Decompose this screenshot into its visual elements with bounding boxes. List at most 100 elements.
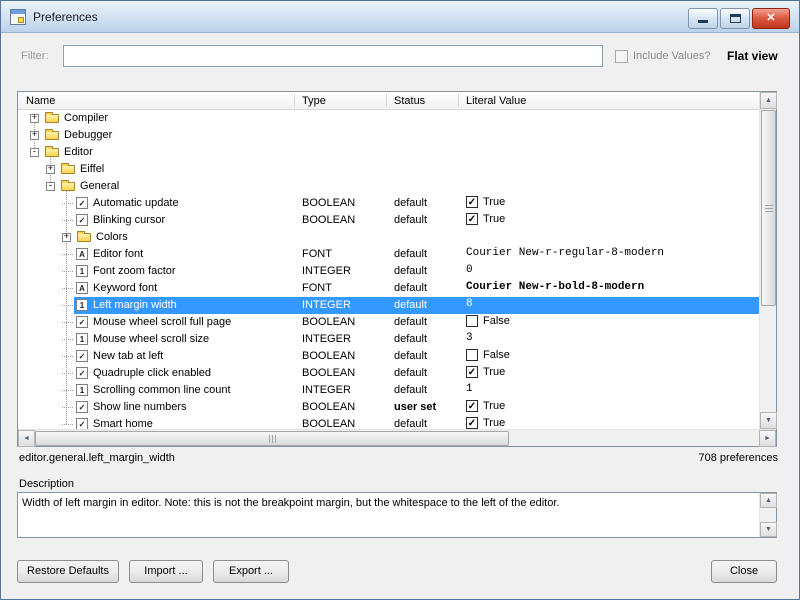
preference-value: 3 <box>466 332 473 344</box>
tree-connector-stub <box>62 356 73 357</box>
tree-row-editor[interactable]: -Editor <box>18 144 759 161</box>
scroll-right-button[interactable]: ► <box>759 430 776 447</box>
titlebar[interactable]: Preferences ✕ <box>1 1 799 33</box>
folder-icon <box>77 233 91 242</box>
scroll-down-button[interactable]: ▼ <box>760 412 777 429</box>
preference-status: default <box>394 418 427 429</box>
preference-value: Courier New-r-regular-8-modern <box>466 247 664 259</box>
horizontal-scroll-thumb[interactable] <box>35 431 509 446</box>
tree-row-editor-font[interactable]: AEditor fontFONTdefaultCourier New-r-reg… <box>18 246 759 263</box>
preference-type: FONT <box>302 282 332 294</box>
export-button[interactable]: Export ... <box>213 560 289 583</box>
column-header-literal-value[interactable]: Literal Value <box>466 95 526 107</box>
tree-row-blinking-cursor[interactable]: ✓Blinking cursorBOOLEANdefault✓True <box>18 212 759 229</box>
scroll-grip <box>765 205 773 212</box>
vertical-scroll-thumb[interactable] <box>761 110 776 306</box>
tree-row-automatic-update[interactable]: ✓Automatic updateBOOLEANdefault✓True <box>18 195 759 212</box>
expand-toggle-icon[interactable]: + <box>46 165 55 174</box>
tree-row-scrolling-common-line-count[interactable]: 1Scrolling common line countINTEGERdefau… <box>18 382 759 399</box>
preference-type: BOOLEAN <box>302 418 355 429</box>
filter-input[interactable] <box>63 45 603 67</box>
expand-toggle-icon[interactable]: + <box>62 233 71 242</box>
tree-row-show-line-numbers[interactable]: ✓Show line numbersBOOLEANuser set✓True <box>18 399 759 416</box>
boolean-pref-icon: ✓ <box>76 316 88 328</box>
value-checkbox[interactable]: ✓ <box>466 417 478 429</box>
tree-node-label: Debugger <box>64 129 112 141</box>
integer-pref-icon: 1 <box>76 384 88 396</box>
collapse-toggle-icon[interactable]: - <box>30 148 39 157</box>
tree-connector-stub <box>62 407 73 408</box>
expand-toggle-icon[interactable]: + <box>30 114 39 123</box>
description-scrollbar[interactable]: ▲ ▼ <box>759 493 776 537</box>
tree-horizontal-scrollbar[interactable]: ◄ ► <box>18 429 776 446</box>
close-button[interactable]: Close <box>711 560 777 583</box>
preference-value: False <box>466 315 510 327</box>
minimize-icon <box>698 20 708 23</box>
tree-connector-stub <box>62 271 73 272</box>
value-text: 8 <box>466 298 473 310</box>
boolean-pref-icon: ✓ <box>76 214 88 226</box>
value-checkbox[interactable]: ✓ <box>466 196 478 208</box>
tree-connector-stub <box>62 339 73 340</box>
column-separator[interactable] <box>386 94 387 107</box>
font-pref-icon: A <box>76 248 88 260</box>
tree-row-mouse-wheel-scroll-full-page[interactable]: ✓Mouse wheel scroll full pageBOOLEANdefa… <box>18 314 759 331</box>
preference-value: ✓True <box>466 196 505 208</box>
preferences-tree: Name Type Status Literal Value +Compiler… <box>17 91 777 447</box>
value-checkbox[interactable]: ✓ <box>466 213 478 225</box>
restore-defaults-button[interactable]: Restore Defaults <box>17 560 119 583</box>
tree-row-quadruple-click-enabled[interactable]: ✓Quadruple click enabledBOOLEANdefault✓T… <box>18 365 759 382</box>
tree-vertical-scrollbar[interactable]: ▲ ▼ <box>759 92 776 429</box>
column-separator[interactable] <box>458 94 459 107</box>
close-window-button[interactable]: ✕ <box>752 8 790 29</box>
scroll-down-button[interactable]: ▼ <box>760 522 777 537</box>
tree-row-debugger[interactable]: + Debugger <box>18 127 759 144</box>
import-button[interactable]: Import ... <box>129 560 203 583</box>
tree-connector-stub <box>62 373 73 374</box>
tree-connector-stub <box>62 390 73 391</box>
tree-row-font-zoom-factor[interactable]: 1Font zoom factorINTEGERdefault0 <box>18 263 759 280</box>
maximize-button[interactable] <box>720 8 750 29</box>
preference-type: FONT <box>302 248 332 260</box>
expand-toggle-icon[interactable]: + <box>30 131 39 140</box>
tree-row-colors[interactable]: +Colors <box>18 229 759 246</box>
value-text: False <box>483 349 510 361</box>
tree-row-eiffel[interactable]: +Eiffel <box>18 161 759 178</box>
preference-name: Blinking cursor <box>93 214 165 226</box>
column-header-status[interactable]: Status <box>394 95 425 107</box>
include-values-checkbox[interactable] <box>615 50 628 63</box>
tree-row-mouse-wheel-scroll-size[interactable]: 1Mouse wheel scroll sizeINTEGERdefault3 <box>18 331 759 348</box>
preference-name: Scrolling common line count <box>93 384 231 396</box>
scroll-left-button[interactable]: ◄ <box>18 430 35 447</box>
preference-status: default <box>394 214 427 226</box>
tree-row-compiler[interactable]: +Compiler <box>18 110 759 127</box>
value-text: True <box>483 417 505 429</box>
preference-type: BOOLEAN <box>302 316 355 328</box>
tree-row-left-margin-width[interactable]: 1Left margin widthINTEGERdefault8 <box>18 297 759 314</box>
value-checkbox[interactable] <box>466 349 478 361</box>
tree-row-new-tab-at-left[interactable]: ✓New tab at leftBOOLEANdefaultFalse <box>18 348 759 365</box>
column-separator[interactable] <box>294 94 295 107</box>
tree-row-keyword-font[interactable]: AKeyword fontFONTdefaultCourier New-r-bo… <box>18 280 759 297</box>
preference-status: default <box>394 333 427 345</box>
scroll-up-button[interactable]: ▲ <box>760 493 777 508</box>
tree-row-general[interactable]: -General <box>18 178 759 195</box>
column-header-name[interactable]: Name <box>26 95 55 107</box>
value-checkbox[interactable] <box>466 315 478 327</box>
value-checkbox[interactable]: ✓ <box>466 400 478 412</box>
value-text: 1 <box>466 383 473 395</box>
preference-name: Mouse wheel scroll full page <box>93 316 231 328</box>
flat-view-toggle[interactable]: Flat view <box>727 49 778 63</box>
scroll-up-button[interactable]: ▲ <box>760 92 777 109</box>
minimize-button[interactable] <box>688 8 718 29</box>
tree-row-smart-home[interactable]: ✓Smart homeBOOLEANdefault✓True <box>18 416 759 429</box>
column-header-type[interactable]: Type <box>302 95 326 107</box>
tree-connector-stub <box>62 322 73 323</box>
tree-connector-stub <box>62 203 73 204</box>
value-checkbox[interactable]: ✓ <box>466 366 478 378</box>
preference-value: 1 <box>466 383 473 395</box>
collapse-toggle-icon[interactable]: - <box>46 182 55 191</box>
preference-name: Left margin width <box>93 299 177 311</box>
value-text: True <box>483 213 505 225</box>
font-pref-icon: A <box>76 282 88 294</box>
